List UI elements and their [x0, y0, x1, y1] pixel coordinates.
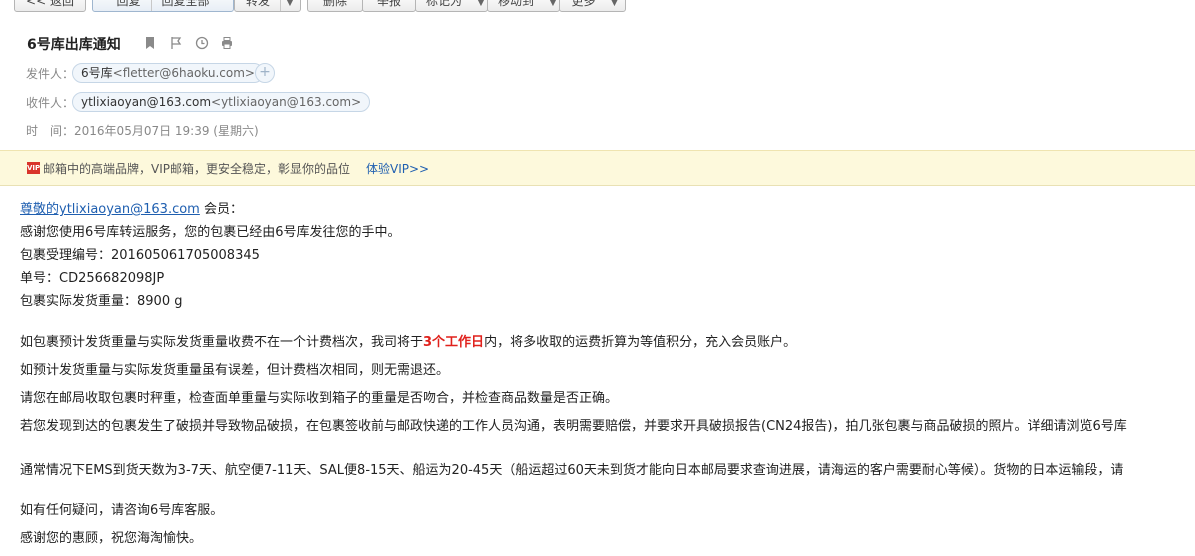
vip-badge-icon: VIP [27, 162, 41, 174]
flag-icon[interactable] [169, 36, 183, 50]
mail-subject: 6号库出库通知 [27, 37, 121, 53]
recipient-label: 收件人： [26, 96, 75, 110]
move-to-button[interactable]: 移动到 ▼ [487, 0, 560, 12]
body-line-3: 单号：CD256682098JP [20, 271, 165, 286]
greeting-suffix: 会员： [199, 202, 243, 217]
delete-label: 删除 [322, 0, 347, 8]
body-paragraph-4: 若您发现到达的包裹发生了破损并导致物品破损，在包裹签收前与邮政快递的工作人员沟通… [20, 419, 1127, 434]
toolbar: << 返回 回复 回复全部 转发 ▼ 删除 举报 标记为 ▼ 移动到 ▼ 更多 ▼ [0, 0, 1195, 14]
subject-actions [143, 36, 242, 50]
report-button[interactable]: 举报 [362, 0, 416, 12]
mail-time: 时 间：2016年05月07日 19:39 (星期六) [26, 122, 259, 139]
body-line-1: 感谢您使用6号库转运服务，您的包裹已经由6号库发往您的手中。 [20, 225, 401, 240]
body-paragraph-3: 请您在邮局收取包裹时秤重，检查面单重量与实际收到箱子的重量是否吻合，并检查商品数… [20, 391, 619, 406]
p1-before: 如包裹预计发货重量与实际发货重量收费不在一个计费档次，我司将于 [20, 335, 424, 350]
vip-promo-text: 邮箱中的高端品牌，VIP邮箱，更安全稳定，彰显你的品位 [43, 162, 350, 176]
chevron-down-icon: ▼ [286, 0, 294, 8]
move-to-label: 移动到 [498, 0, 535, 8]
body-paragraph-5: 通常情况下EMS到货天数为3-7天、航空便7-11天、SAL便8-15天、船运为… [20, 463, 1124, 478]
greeting-link[interactable]: 尊敬的ytlixiaoyan@163.com [20, 202, 200, 217]
delete-button[interactable]: 删除 [307, 0, 363, 12]
sender-chip[interactable]: 6号库<fletter@6haoku.com> [72, 63, 264, 83]
body-line-2: 包裹受理编号：201605061705008345 [20, 248, 260, 263]
sender-name: 6号库 [81, 66, 113, 80]
report-label: 举报 [376, 0, 401, 8]
body-paragraph-2: 如预计发货重量与实际发货重量虽有误差，但计费档次相同，则无需退还。 [20, 363, 450, 378]
more-button[interactable]: 更多 ▼ [559, 0, 626, 12]
body-line-4: 包裹实际发货重量：8900 g [20, 294, 183, 309]
recipient-chip[interactable]: ytlixiaoyan@163.com<ytlixiaoyan@163.com> [72, 92, 371, 112]
print-icon[interactable] [220, 36, 234, 50]
back-button[interactable]: << 返回 [14, 0, 86, 12]
time-value: 2016年05月07日 19:39 (星期六) [74, 124, 259, 138]
more-label: 更多 [571, 0, 596, 8]
body-paragraph-6: 如有任何疑问，请咨询6号库客服。 [20, 503, 224, 518]
p1-highlight: 3个工作日 [423, 335, 485, 350]
sender-address: <fletter@6haoku.com> [112, 66, 255, 80]
mark-as-button[interactable]: 标记为 ▼ [415, 0, 488, 12]
add-contact-icon[interactable]: + [255, 63, 275, 83]
time-label: 时 间： [26, 124, 75, 138]
greeting: 尊敬的ytlixiaoyan@163.com 会员： [20, 198, 243, 217]
mark-as-label: 标记为 [426, 0, 463, 8]
body-paragraph-7: 感谢您的惠顾，祝您海淘愉快。 [20, 531, 203, 546]
clock-icon[interactable] [195, 36, 209, 50]
forward-label: 转发 [245, 0, 270, 8]
p1-after: 内，将多收取的运费折算为等值积分，充入会员账户。 [484, 335, 797, 350]
forward-button[interactable]: 转发 ▼ [234, 0, 301, 12]
recipient-name: ytlixiaoyan@163.com [81, 95, 212, 109]
vip-promo-link[interactable]: 体验VIP>> [366, 160, 429, 177]
body-paragraph-1: 如包裹预计发货重量与实际发货重量收费不在一个计费档次，我司将于3个工作日内，将多… [20, 331, 796, 350]
mail-header: 6号库出库通知 发件人： 6号库<fletter@6haoku.com> + 收… [0, 14, 1195, 150]
bookmark-icon[interactable] [143, 36, 157, 50]
reply-button[interactable]: 回复 [106, 0, 150, 11]
sender-label: 发件人： [26, 67, 75, 81]
reply-button-group: 回复 回复全部 [92, 0, 234, 12]
vip-promo-bar: VIP 邮箱中的高端品牌，VIP邮箱，更安全稳定，彰显你的品位 体验VIP>> [0, 150, 1195, 186]
reply-all-button[interactable]: 回复全部 [152, 0, 220, 11]
recipient-address: <ytlixiaoyan@163.com> [211, 95, 362, 109]
back-label: << 返回 [26, 0, 74, 8]
chevron-down-icon: ▼ [611, 0, 618, 8]
